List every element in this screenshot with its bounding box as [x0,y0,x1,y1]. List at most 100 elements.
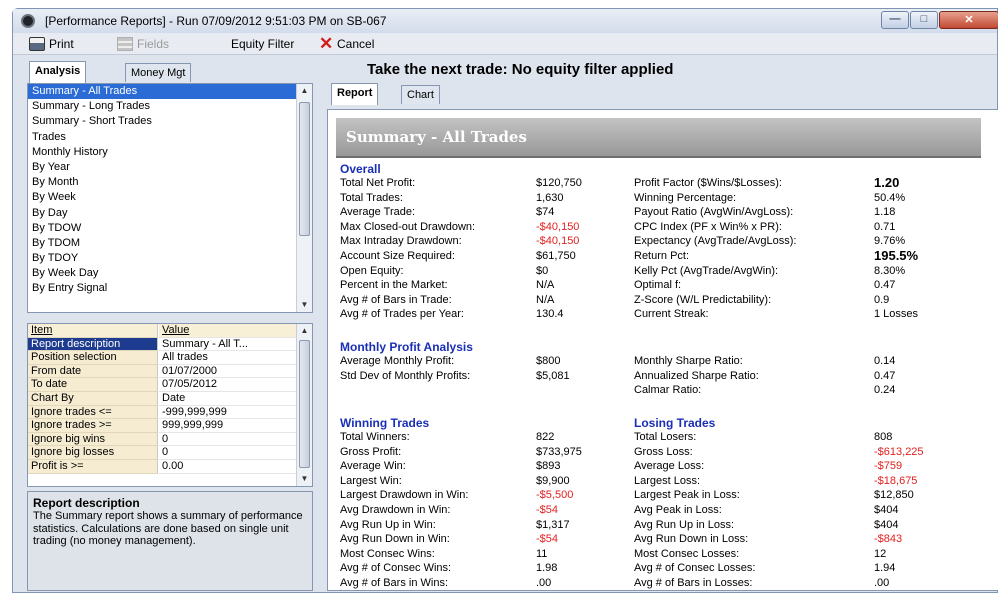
grid-value[interactable]: 0.00 [159,460,297,474]
stat-label: Z-Score (W/L Predictability): [634,293,772,306]
stat-value: 11 [536,547,548,560]
stat-row: Avg Run Up in Win: $1,317 [340,518,670,532]
maximize-button[interactable]: □ [910,11,938,29]
stat-value: $0 [536,264,549,277]
section-monthly-profit: Monthly Profit Analysis [340,340,473,354]
list-item[interactable]: By TDOY [28,251,312,266]
list-item[interactable]: By Week Day [28,266,312,281]
stat-value: .00 [874,577,890,589]
list-item[interactable]: Monthly History [28,145,312,160]
stat-row: Largest Loss: -$18,675 [634,474,964,488]
grid-row[interactable]: Position selection All trades [28,351,312,365]
grid-value[interactable]: Date [159,392,297,406]
list-item[interactable]: Summary - All Trades [28,84,312,100]
grid-value[interactable]: Summary - All T... [159,338,297,352]
stat-label: Std Dev of Monthly Profits: [340,369,471,382]
grid-value[interactable]: All trades [159,351,297,365]
grid-row[interactable]: Ignore trades >= 999,999,999 [28,419,312,433]
grid-value[interactable]: 07/05/2012 [159,378,297,392]
grid-value[interactable]: 01/07/2000 [159,365,297,379]
list-item[interactable]: By TDOM [28,236,312,251]
stat-value: $404 [874,504,899,516]
minimize-button[interactable]: — [881,11,909,29]
stat-value: 0.9 [874,293,890,306]
stat-label: Avg Run Down in Win: [340,533,450,546]
tab-money-mgt[interactable]: Money Mgt [125,63,192,82]
stat-label: Avg Drawdown in Win: [340,504,451,516]
printer-icon [29,36,45,51]
list-item[interactable]: By Week [28,190,312,205]
title-bar[interactable]: [Performance Reports] - Run 07/09/2012 9… [13,9,998,33]
section-overall: Overall [340,162,381,176]
report-headline: Take the next trade: No equity filter ap… [367,61,674,78]
print-button[interactable]: Print [29,36,74,52]
stat-label: Avg # of Consec Losses: [634,562,756,575]
tab-chart[interactable]: Chart [401,85,440,104]
stat-row: Most Consec Wins: 11 [340,547,670,561]
list-item[interactable]: By Entry Signal [28,281,312,296]
stat-row: Avg Run Down in Win: -$54 [340,532,670,546]
tab-report[interactable]: Report [331,83,379,105]
list-item[interactable]: By Year [28,160,312,175]
stat-label: Avg # of Trades per Year: [340,308,464,321]
analysis-list-scrollbar[interactable]: ▲ ▼ [296,84,312,312]
stat-row: Profit Factor ($Wins/$Losses): 1.20 [634,176,964,190]
description-text: The Summary report shows a summary of pe… [33,510,303,547]
stat-value: 0.71 [874,220,896,233]
property-grid-scrollbar[interactable]: ▲ ▼ [296,324,312,486]
stat-value: $404 [874,518,899,531]
stat-value: -$613,225 [874,445,924,458]
stat-row: Open Equity: $0 [340,264,670,278]
list-item[interactable]: By Month [28,175,312,190]
stat-value: 0.47 [874,369,896,382]
scroll-thumb[interactable] [299,340,310,468]
stat-row: Monthly Sharpe Ratio: 0.14 [634,354,964,368]
stat-row: Kelly Pct (AvgTrade/AvgWin): 8.30% [634,264,964,278]
scroll-up-arrow-icon[interactable]: ▲ [297,84,312,98]
scroll-down-arrow-icon[interactable]: ▼ [297,298,312,312]
grid-value[interactable]: 0 [159,433,297,447]
equity-filter-button[interactable]: Equity Filter [231,36,294,52]
list-item[interactable]: By Day [28,206,312,221]
list-item[interactable]: Summary - Long Trades [28,99,312,114]
stat-value: 1.18 [874,206,896,219]
grid-value[interactable]: 0 [159,446,297,460]
cancel-button[interactable]: ✕ Cancel [319,35,374,52]
grid-row[interactable]: Ignore trades <= -999,999,999 [28,405,312,420]
grid-row[interactable]: Chart By Date [28,391,312,406]
stat-label: Monthly Sharpe Ratio: [634,355,743,367]
stat-row: Percent in the Market: N/A [340,278,670,292]
stat-value: 12 [874,547,887,560]
list-item[interactable]: Summary - Short Trades [28,114,312,129]
stat-label: Max Intraday Drawdown: [340,235,462,248]
grid-header-item: Item [28,324,158,338]
stat-label: Avg Run Down in Loss: [634,533,749,546]
stat-row: Total Losers: 808 [634,430,964,444]
stat-row: Avg # of Bars in Wins: .00 [340,576,670,590]
grid-row[interactable]: Ignore big losses 0 [28,446,312,460]
close-button[interactable]: ✕ [939,11,998,29]
report-tab-row: Report Chart [327,83,527,107]
grid-row[interactable]: Profit is >= 0.00 [28,459,312,474]
grid-row[interactable]: Ignore big wins 0 [28,432,312,447]
tab-analysis[interactable]: Analysis [29,61,87,83]
scroll-down-arrow-icon[interactable]: ▼ [297,472,312,486]
scroll-up-arrow-icon[interactable]: ▲ [297,324,312,338]
grid-row[interactable]: From date 01/07/2000 [28,364,312,379]
grid-key: Ignore big losses [28,446,158,460]
stat-value: 1 Losses [874,308,919,321]
fields-button[interactable]: Fields [117,36,169,52]
list-item[interactable]: By TDOW [28,221,312,236]
stat-row: Largest Peak in Loss: $12,850 [634,488,964,502]
window-title: [Performance Reports] - Run 07/09/2012 9… [45,14,387,28]
grid-key: To date [28,378,158,392]
grid-value[interactable]: -999,999,999 [159,406,297,420]
grid-value[interactable]: 999,999,999 [159,419,297,433]
grid-row[interactable]: To date 07/05/2012 [28,378,312,392]
scroll-thumb[interactable] [299,102,310,236]
list-item[interactable]: Trades [28,130,312,145]
stat-value: -$5,500 [536,489,574,502]
stat-label: Largest Loss: [634,474,701,487]
grid-row[interactable]: Report description Summary - All T... [28,337,312,352]
divider [336,156,981,158]
